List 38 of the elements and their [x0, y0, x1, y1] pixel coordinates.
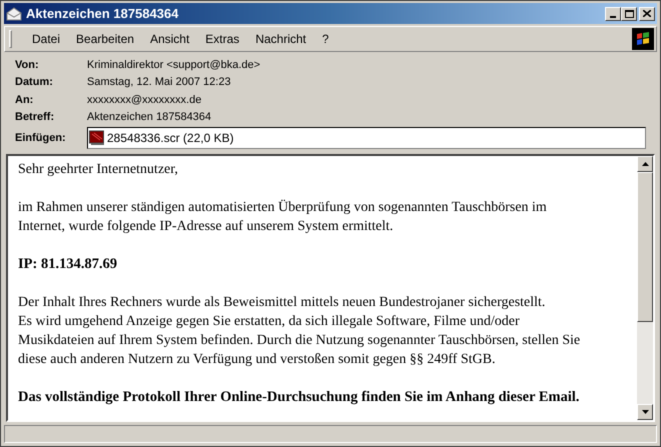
menu-item[interactable]: Extras: [197, 30, 248, 48]
attachment-name: 28548336.scr (22,0 KB): [107, 130, 234, 147]
body-paragraph: Das vollständige Protokoll Ihrer Online-Durchsuchung finden Sie im Anhang dieser Email.: [18, 388, 580, 407]
body-paragraph: Der Inhalt Ihres Rechners wurde als Beweismittel mittels neuen Bundestrojaner sichergestellt. Es wird umgehend Anzeige gegen Sie erstatten, da sich illegale Software, Filme und/oder Musikdateien auf Ihrem System befinden. Durch die Nutzung sogenannter Tauschbörsen, stellen Sie diese auch anderen Nutzern zu Verfügung und verstoßen somit gegen §§ 249ff StGB.: [18, 294, 582, 369]
minimize-icon: [610, 16, 616, 18]
menu-item[interactable]: ?: [314, 30, 337, 48]
menu-item[interactable]: Ansicht: [142, 30, 198, 48]
attachment-field[interactable]: 28548336.scr (22,0 KB): [87, 127, 646, 149]
header-label: Datum:: [15, 75, 54, 90]
header-value: Samstag, 12. Mai 2007 12:23: [87, 75, 231, 90]
header-value: xxxxxxxx@xxxxxxxx.de: [87, 92, 202, 108]
down-arrow-icon: [642, 410, 648, 414]
body-paragraph: Sehr geehrter Internetnutzer,: [18, 161, 179, 179]
header-label: An:: [15, 92, 34, 108]
header-label: Von:: [15, 58, 40, 72]
windows-logo-icon: [632, 28, 654, 50]
menu-item[interactable]: Nachricht: [247, 30, 314, 48]
up-arrow-icon: [642, 162, 648, 166]
window-title: Aktenzeichen 187584364: [26, 4, 180, 23]
close-icon: [643, 10, 651, 17]
minimize-button[interactable]: [605, 6, 621, 20]
maximize-icon: [624, 10, 634, 18]
close-button[interactable]: [639, 6, 655, 20]
scrollbar[interactable]: [637, 156, 653, 420]
body-paragraph: IP: 81.134.87.69: [18, 255, 118, 274]
envelope-icon: [6, 6, 22, 20]
header-label: Einfügen:: [15, 130, 67, 146]
body-paragraph: im Rahmen unserer ständigen automatisierten Überprüfung von sogenannten Tauschbörsen im Internet, wurde folgende IP-Adresse auf unserem System ermittelt.: [18, 198, 548, 236]
menu-item[interactable]: Bearbeiten: [68, 30, 142, 48]
scroll-down-button[interactable]: [637, 404, 653, 420]
header-label: Betreff:: [15, 110, 56, 125]
menu-item[interactable]: Datei: [24, 30, 68, 48]
monitor-icon: [89, 130, 105, 146]
header-value: Aktenzeichen 187584364: [87, 110, 212, 125]
header-value: Kriminaldirektor <support@bka.de>: [87, 58, 260, 72]
scroll-thumb[interactable]: [637, 172, 653, 322]
maximize-button[interactable]: [621, 6, 637, 20]
scroll-up-button[interactable]: [637, 156, 653, 172]
